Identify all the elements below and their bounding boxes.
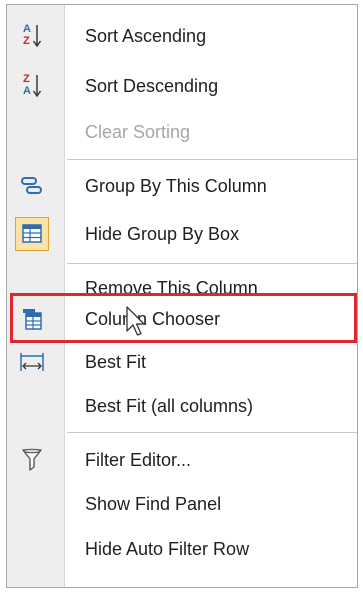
menu-item-label: Sort Descending bbox=[85, 76, 219, 96]
mouse-cursor-icon bbox=[126, 306, 145, 336]
menu-item-column-chooser[interactable]: Column Chooser bbox=[7, 298, 357, 340]
menu-separator bbox=[67, 432, 357, 433]
column-context-menu: A Z Sort Ascending Z A Sort Descending C… bbox=[6, 4, 358, 588]
menu-item-label: Hide Auto Filter Row bbox=[85, 539, 250, 559]
group-by-box-icon bbox=[15, 217, 49, 251]
menu-item-label: Best Fit (all columns) bbox=[85, 396, 254, 416]
menu-item-label: Hide Group By Box bbox=[85, 224, 240, 244]
best-fit-icon bbox=[17, 347, 47, 377]
menu-item-label: Best Fit bbox=[85, 352, 147, 372]
menu-item-label: Clear Sorting bbox=[85, 122, 191, 142]
menu-separator bbox=[67, 263, 357, 264]
menu-item-hide-auto-filter-row[interactable]: Hide Auto Filter Row bbox=[7, 528, 357, 570]
menu-item-clear-sorting: Clear Sorting bbox=[7, 111, 357, 153]
column-chooser-icon bbox=[17, 304, 47, 334]
menu-item-filter-editor[interactable]: Filter Editor... bbox=[7, 439, 357, 481]
filter-icon bbox=[17, 445, 47, 475]
menu-item-best-fit[interactable]: Best Fit bbox=[7, 341, 357, 383]
menu-item-show-find-panel[interactable]: Show Find Panel bbox=[7, 483, 357, 525]
menu-item-best-fit-all-columns[interactable]: Best Fit (all columns) bbox=[7, 385, 357, 427]
menu-item-group-by-column[interactable]: Group By This Column bbox=[7, 165, 357, 207]
menu-item-label: Group By This Column bbox=[85, 176, 267, 196]
menu-item-hide-group-by-box[interactable]: Hide Group By Box bbox=[7, 213, 357, 255]
menu-item-label: Sort Ascending bbox=[85, 26, 207, 46]
group-by-column-icon bbox=[17, 171, 47, 201]
menu-item-label: Filter Editor... bbox=[85, 450, 192, 470]
menu-item-sort-descending[interactable]: Z A Sort Descending bbox=[7, 65, 357, 107]
sort-descending-icon: Z A bbox=[17, 71, 47, 101]
menu-item-label: Show Find Panel bbox=[85, 494, 222, 514]
menu-separator bbox=[67, 159, 357, 160]
menu-item-sort-ascending[interactable]: A Z Sort Ascending bbox=[7, 15, 357, 57]
sort-ascending-icon: A Z bbox=[17, 21, 47, 51]
